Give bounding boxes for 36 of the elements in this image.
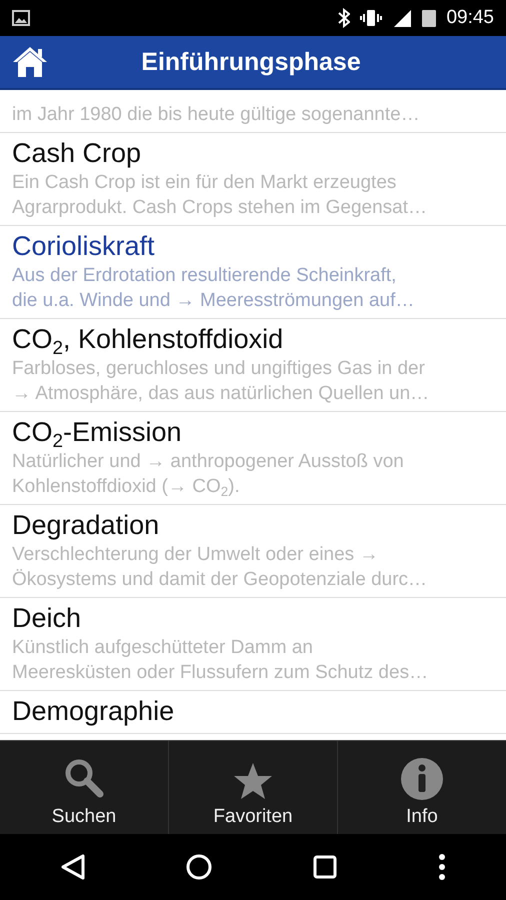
list-item[interactable]: Demographie [0,691,506,734]
image-icon [12,10,30,26]
info-icon [401,758,443,800]
list-item[interactable]: Corioliskraft Aus der Erdrotation resultierende Scheinkraft, die u.a. Winde und → Meeresströmungen auf… [0,226,506,319]
back-icon[interactable] [60,854,84,880]
entry-title: Corioliskraft [12,230,156,263]
vibrate-icon [360,9,382,27]
tab-button[interactable]: Info [338,741,506,834]
list-item[interactable]: Degradation Verschlechterung der Umwelt oder eines → Ökosystems und damit der Geopotenziale durc… [0,505,506,598]
recents-icon[interactable] [312,855,336,879]
entry-title: CO$_{2}$, Kohlenstoffdioxid [12,323,284,356]
entry-description: Ein Cash Crop ist ein für den Markt erzeugtes Agrarprodukt. Cash Crops stehen im Gegensat… [12,171,428,220]
entry-title: CO$_{2}$-Emission [12,416,183,449]
list-item[interactable]: Deich Künstlich aufgeschütteter Damm an Meeresküsten oder Flussufern zum Schutz des… [0,598,506,691]
entry-description: Aus der Erdrotation resultierende Scheinkraft, die u.a. Winde und → Meeresströmungen auf… [12,264,416,313]
entry-title: Degradation [12,509,160,542]
list-item[interactable]: CO$_{2}$, Kohlenstoffdioxid Farbloses, geruchloses und ungiftiges Gas in der → Atmosphäre, das aus natürlichen Quellen un… [0,319,506,412]
home-icon[interactable] [12,46,48,78]
list-item[interactable]: Cash Crop Ein Cash Crop ist ein für den Markt erzeugtes Agrarprodukt. Cash Crops stehen im Gegensat… [0,133,506,226]
calendar-icon [422,9,436,27]
home-circle-icon[interactable] [186,854,212,880]
star-icon [233,762,273,800]
list-item[interactable]: CO$_{2}$-Emission Natürlicher und → anthropogener Ausstoß von Kohlenstoffdioxid (→ CO$_{2}$). [0,412,506,505]
entry-description: Natürlicher und → anthropogener Ausstoß von Kohlenstoffdioxid (→ CO$_{2}$). [12,450,405,499]
entry-description: im Jahr 1980 die bis heute gültige sogenannte… [12,103,421,127]
entry-title: Deich [12,602,82,635]
app-title: Einführungsphase [140,48,362,76]
entry-title: Demographie [12,695,176,728]
clock-time: 09:45 [446,7,494,29]
entry-description: Farbloses, geruchloses und ungiftiges Gas in der → Atmosphäre, das aus natürlichen Quellen un… [12,357,430,406]
bluetooth-icon [338,8,350,28]
entry-description: Künstlich aufgeschütteter Damm an Meeresküsten oder Flussufern zum Schutz des… [12,636,430,685]
overflow-menu-icon[interactable] [438,853,446,881]
signal-icon [392,8,412,28]
entry-description: Verschlechterung der Umwelt oder eines → Ökosystems und damit der Geopotenziale durc… [12,543,428,592]
entry-title: Cash Crop [12,137,142,170]
